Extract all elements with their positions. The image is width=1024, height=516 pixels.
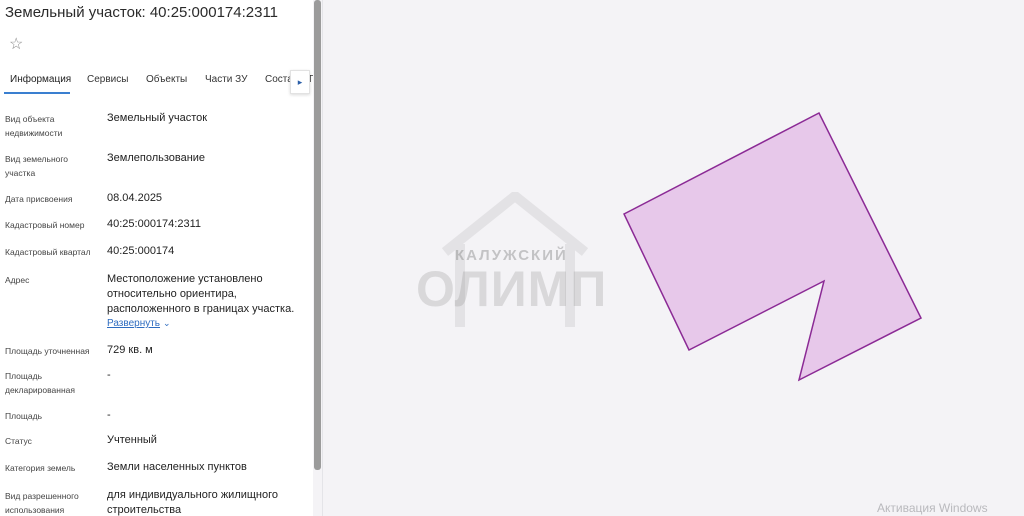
tab-composition[interactable]: Соста: [265, 74, 293, 85]
field-value: Местоположение установлено относительно …: [107, 273, 295, 315]
chevron-right-icon[interactable]: ▸: [290, 70, 310, 94]
field-label: Вид объекта недвижимости: [5, 114, 63, 138]
field-value: 729 кв. м: [107, 344, 153, 356]
field-value: для индивидуального жилищного строительс…: [107, 489, 279, 516]
field-value: Учтенный: [107, 434, 157, 446]
field-label: Площадь декларированная: [5, 371, 75, 395]
page-title: Земельный участок: 40:25:000174:2311: [5, 4, 279, 21]
field-value: -: [107, 369, 111, 381]
field-label: Адрес: [5, 275, 30, 285]
active-tab-indicator: [4, 92, 70, 94]
field-label: Площадь: [5, 411, 43, 421]
field-label: Площадь уточненная: [5, 346, 90, 356]
chevron-down-icon[interactable]: ⌄: [163, 318, 171, 329]
tab-parts[interactable]: Части ЗУ: [205, 74, 247, 85]
field-label: Статус: [5, 436, 32, 446]
field-label: Вид земельного участка: [5, 154, 69, 178]
star-outline-icon[interactable]: ☆: [9, 36, 23, 54]
field-label: Кадастровый квартал: [5, 247, 91, 257]
field-value: Земли населенных пунктов: [107, 461, 247, 473]
tab-bar: Информация Сервисы Объекты Части ЗУ Сост…: [0, 70, 313, 94]
field-label: Дата присвоения: [5, 194, 73, 204]
field-value: Земельный участок: [107, 112, 208, 124]
field-value: -: [107, 409, 111, 421]
panel-scrollbar[interactable]: [314, 0, 321, 470]
land-parcel-polygon[interactable]: [623, 111, 923, 382]
field-value: 40:25:000174: [107, 245, 175, 257]
tab-info[interactable]: Информация: [10, 74, 71, 85]
windows-activation-notice: Активация Windows: [877, 501, 988, 515]
field-value: Землепользование: [107, 152, 206, 164]
expand-address-link[interactable]: Развернуть: [107, 318, 160, 329]
tab-objects[interactable]: Объекты: [146, 74, 187, 85]
tab-services[interactable]: Сервисы: [87, 74, 128, 85]
info-panel: Земельный участок: 40:25:000174:2311 ☆ И…: [0, 0, 313, 516]
field-label: Кадастровый номер: [5, 220, 85, 230]
field-value: 40:25:000174:2311: [107, 218, 201, 230]
field-label: Вид разрешенного использования: [5, 491, 79, 515]
field-label: Категория земель: [5, 463, 76, 473]
watermark-text-main: ОЛИМП: [416, 261, 608, 317]
field-value: 08.04.2025: [107, 192, 163, 204]
